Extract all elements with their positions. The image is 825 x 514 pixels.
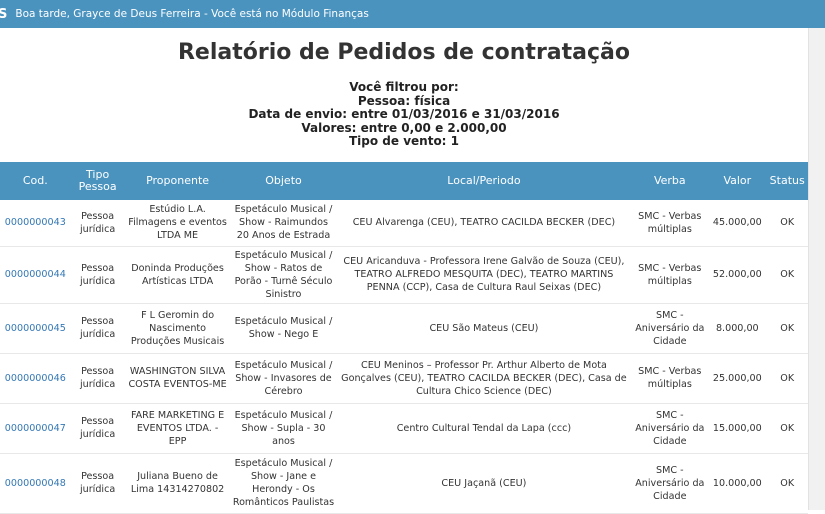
- objeto-cell: Espetáculo Musical / Show - Ratos de Por…: [230, 246, 337, 304]
- objeto-cell: Espetáculo Musical / Show - Supla - 30 a…: [230, 403, 337, 454]
- col-header-valor: Valor: [723, 174, 752, 187]
- local-cell: CEU Meninos – Professor Pr. Arthur Alber…: [336, 353, 632, 404]
- local-cell: CEU Aricanduva - Professora Irene Galvão…: [336, 246, 632, 304]
- proponente-cell: Juliana Bueno de Lima 14314270802: [124, 453, 231, 514]
- filter-data-envio: Data de envio: entre 01/03/2016 e 31/03/…: [248, 107, 560, 121]
- table-row: 0000000048 Pessoa jurídica Juliana Bueno…: [0, 453, 808, 514]
- table-row: 0000000044 Pessoa jurídica Doninda Produ…: [0, 246, 808, 304]
- local-cell: Centro Cultural Tendal da Lapa (ccc): [336, 403, 632, 454]
- objeto-cell: Espetáculo Musical / Show - Raimundos 20…: [230, 200, 337, 247]
- status-cell: OK: [766, 403, 808, 454]
- tipo-pessoa-cell: Pessoa jurídica: [70, 246, 125, 304]
- valor-cell: 52.000,00: [708, 246, 767, 304]
- col-header-verba: Verba: [653, 174, 686, 187]
- tipo-pessoa-cell: Pessoa jurídica: [70, 200, 125, 247]
- app-logo-icon: S: [0, 6, 8, 22]
- valor-cell: 45.000,00: [708, 200, 767, 247]
- local-cell: CEU Alvarenga (CEU), TEATRO CACILDA BECK…: [336, 200, 632, 247]
- cod-link[interactable]: 0000000046: [5, 373, 66, 384]
- table-row: 0000000047 Pessoa jurídica FARE MARKETIN…: [0, 403, 808, 454]
- proponente-cell: Doninda Produções Artísticas LTDA: [124, 246, 231, 304]
- top-bar: S Boa tarde, Grayce de Deus Ferreira - V…: [0, 0, 825, 28]
- objeto-cell: Espetáculo Musical / Show - Invasores de…: [230, 353, 337, 404]
- objeto-cell: Espetáculo Musical / Show - Nego E: [230, 303, 337, 354]
- page-title: Relatório de Pedidos de contratação: [177, 40, 631, 65]
- verba-cell: SMC - Aniversário da Cidade: [631, 303, 709, 354]
- scrollbar[interactable]: [808, 28, 825, 510]
- status-cell: OK: [766, 246, 808, 304]
- local-cell: CEU Jaçanã (CEU): [336, 453, 632, 514]
- col-header-proponente: Proponente: [146, 174, 210, 187]
- table-row: 0000000046 Pessoa jurídica WASHINGTON SI…: [0, 353, 808, 404]
- greeting-text: Boa tarde, Grayce de Deus Ferreira - Voc…: [15, 8, 369, 20]
- cod-link[interactable]: 0000000044: [5, 269, 66, 280]
- proponente-cell: Estúdio L.A. Filmagens e eventos LTDA ME: [124, 200, 231, 247]
- cod-link[interactable]: 0000000045: [5, 323, 66, 334]
- status-cell: OK: [766, 453, 808, 514]
- verba-cell: SMC - Aniversário da Cidade: [631, 453, 709, 514]
- filter-tipo-evento: Tipo de vento: 1: [348, 134, 460, 148]
- objeto-cell: Espetáculo Musical / Show - Jane e Heron…: [230, 453, 337, 514]
- tipo-pessoa-cell: Pessoa jurídica: [70, 353, 125, 404]
- verba-cell: SMC - Verbas múltiplas: [631, 200, 709, 247]
- valor-cell: 25.000,00: [708, 353, 767, 404]
- filter-heading: Você filtrou por:: [349, 80, 459, 94]
- cod-link[interactable]: 0000000043: [5, 217, 66, 228]
- valor-cell: 8.000,00: [708, 303, 767, 354]
- table-row: 0000000043 Pessoa jurídica Estúdio L.A. …: [0, 200, 808, 247]
- tipo-pessoa-cell: Pessoa jurídica: [70, 403, 125, 454]
- table-row: 0000000045 Pessoa jurídica F L Geromin d…: [0, 303, 808, 354]
- contracts-table: Cod. Tipo Pessoa Proponente Objeto Local…: [0, 162, 808, 514]
- filter-pessoa: Pessoa: física: [357, 93, 451, 108]
- verba-cell: SMC - Verbas múltiplas: [631, 353, 709, 404]
- tipo-pessoa-cell: Pessoa jurídica: [70, 303, 125, 354]
- col-header-objeto: Objeto: [265, 174, 302, 187]
- cod-link[interactable]: 0000000047: [5, 423, 66, 434]
- verba-cell: SMC - Verbas múltiplas: [631, 246, 709, 304]
- col-header-local-periodo: Local/Periodo: [447, 174, 521, 187]
- filter-summary: Você filtrou por: Pessoa: física Data de…: [0, 80, 808, 149]
- status-cell: OK: [766, 200, 808, 247]
- proponente-cell: WASHINGTON SILVA COSTA EVENTOS-ME: [124, 353, 231, 404]
- verba-cell: SMC - Aniversário da Cidade: [631, 403, 709, 454]
- tipo-pessoa-cell: Pessoa jurídica: [70, 453, 125, 514]
- status-cell: OK: [766, 353, 808, 404]
- table-header-row: Cod. Tipo Pessoa Proponente Objeto Local…: [0, 162, 808, 200]
- proponente-cell: FARE MARKETING E EVENTOS LTDA. - EPP: [124, 403, 231, 454]
- valor-cell: 10.000,00: [708, 453, 767, 514]
- filter-valores: Valores: entre 0,00 e 2.000,00: [301, 120, 507, 135]
- cod-link[interactable]: 0000000048: [5, 478, 66, 489]
- status-cell: OK: [766, 303, 808, 354]
- col-header-cod: Cod.: [22, 174, 48, 187]
- col-header-status: Status: [769, 174, 805, 187]
- valor-cell: 15.000,00: [708, 403, 767, 454]
- proponente-cell: F L Geromin do Nascimento Produções Musi…: [124, 303, 231, 354]
- col-header-tipo-pessoa: Tipo Pessoa: [78, 168, 117, 193]
- local-cell: CEU São Mateus (CEU): [336, 303, 632, 354]
